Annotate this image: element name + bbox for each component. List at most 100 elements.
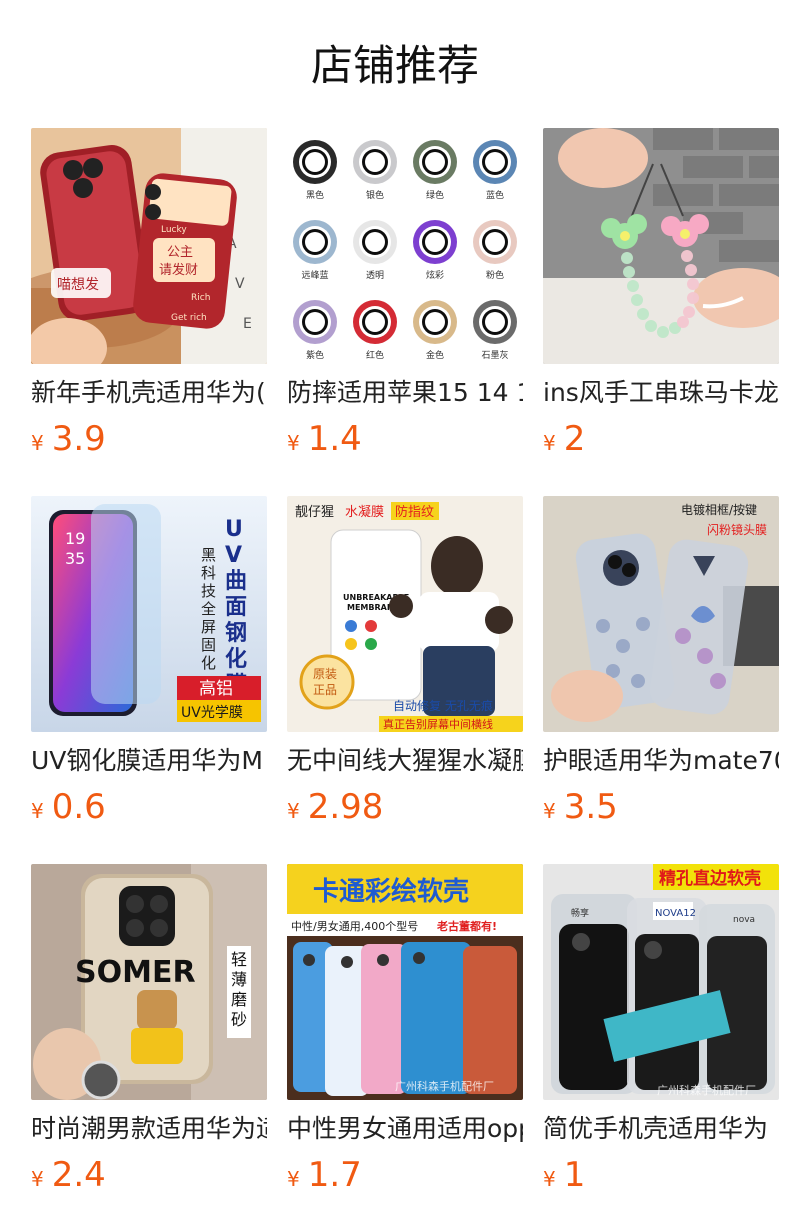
svg-text:E: E bbox=[243, 316, 252, 332]
product-price: ¥2.4 bbox=[31, 1152, 106, 1198]
product-price: ¥1 bbox=[543, 1152, 585, 1198]
screen-time-minute: 35 bbox=[65, 549, 85, 568]
product-title[interactable]: 简优手机壳适用华为 bbox=[543, 1112, 779, 1146]
ring-color-label: 红色 bbox=[366, 349, 384, 361]
product-price: ¥3.5 bbox=[543, 784, 618, 830]
product-card[interactable]: 黑色 银色 绿色 蓝色 远峰蓝 透明 炫彩 粉色 紫色 红色 金色 石墨灰 防摔适用苹果15 14 1… bbox=[287, 128, 523, 496]
label-2: nova bbox=[733, 915, 755, 925]
product-price: ¥1.7 bbox=[287, 1152, 362, 1198]
product-title[interactable]: 时尚潮男款适用华为适用 bbox=[31, 1112, 267, 1146]
vtext-5: 化 bbox=[225, 646, 247, 672]
case-text-4: Lucky bbox=[161, 225, 187, 235]
lens-ring-glass bbox=[425, 312, 445, 332]
tag-text-1: 水凝膜 bbox=[345, 504, 384, 520]
vtext-1: V bbox=[225, 543, 242, 568]
product-image[interactable]: 精孔直边软壳 NOVA12 畅享 nova 广州科森手机配件厂 bbox=[543, 864, 779, 1100]
case-text: SOMER bbox=[75, 955, 196, 990]
currency-symbol: ¥ bbox=[31, 431, 44, 455]
product-image[interactable]: 卡通彩绘软壳 中性/男女通用,400个型号 老古董都有! 广州科森手机配件厂 bbox=[287, 864, 523, 1100]
tag-3: 砂 bbox=[231, 1010, 247, 1029]
case-text-2: 公主 bbox=[167, 245, 193, 260]
lens-ring-glass bbox=[485, 152, 505, 172]
product-title[interactable]: 中性男女通用适用oppo bbox=[287, 1112, 523, 1146]
sub-highlight: 老古董都有! bbox=[436, 919, 497, 933]
label-1: 畅享 bbox=[571, 907, 589, 919]
seal-top: 原装 bbox=[313, 667, 337, 681]
currency-symbol: ¥ bbox=[543, 1167, 556, 1191]
brand-text: 靓仔猩 bbox=[295, 505, 334, 520]
price-value: 2.98 bbox=[307, 787, 384, 827]
ring-color-label: 蓝色 bbox=[486, 189, 504, 201]
product-card[interactable]: A V E 喵想发 公主 请发财 Lucky Rich Get rich bbox=[31, 128, 267, 496]
lens-ring-glass bbox=[365, 232, 385, 252]
seal-bottom: 正品 bbox=[313, 683, 337, 697]
price-value: 2 bbox=[563, 419, 586, 459]
currency-symbol: ¥ bbox=[287, 799, 300, 823]
product-price: ¥1.4 bbox=[287, 416, 362, 462]
side-6: 化 bbox=[201, 654, 216, 672]
ring-color-label: 炫彩 bbox=[426, 269, 444, 281]
watermark: 广州科森手机配件厂 bbox=[395, 1079, 494, 1093]
product-card[interactable]: 电镀相框/按键 闪粉镜头膜 护眼适用华为mate70 ¥3.5 bbox=[543, 496, 779, 864]
lens-ring-glass bbox=[485, 232, 505, 252]
ring-color-label: 紫色 bbox=[306, 349, 324, 361]
product-title[interactable]: UV钢化膜适用华为M bbox=[31, 744, 267, 778]
lens-ring-glass bbox=[425, 152, 445, 172]
product-title[interactable]: 新年手机壳适用华为( bbox=[31, 376, 267, 410]
price-value: 2.4 bbox=[51, 1155, 106, 1195]
case-text-5: Rich bbox=[191, 293, 210, 303]
currency-symbol: ¥ bbox=[543, 799, 556, 823]
badge-top: 高铝 bbox=[199, 679, 233, 699]
ring-color-label: 透明 bbox=[366, 270, 384, 281]
product-card[interactable]: 19 35 U V 曲 面 钢 化 膜 黑 科 技 全 屏 固 bbox=[31, 496, 267, 864]
price-value: 1.4 bbox=[307, 419, 362, 459]
product-card[interactable]: 精孔直边软壳 NOVA12 畅享 nova 广州科森手机配件厂 简优手机壳适用华… bbox=[543, 864, 779, 1232]
label-1: 电镀相框/按键 bbox=[681, 503, 757, 517]
side-5: 固 bbox=[201, 636, 216, 654]
side-3: 全 bbox=[201, 600, 216, 618]
vtext-4: 钢 bbox=[225, 620, 247, 646]
lens-ring-glass bbox=[305, 232, 325, 252]
product-title[interactable]: 护眼适用华为mate70 bbox=[543, 744, 779, 778]
product-card[interactable]: SOMER 轻 薄 磨 砂 时尚潮男款适用华为适用 ¥2.4 bbox=[31, 864, 267, 1232]
price-value: 3.5 bbox=[563, 787, 618, 827]
svg-text:V: V bbox=[235, 276, 245, 292]
product-price: ¥2 bbox=[543, 416, 585, 462]
product-title[interactable]: 无中间线大猩猩水凝膜 bbox=[287, 744, 523, 778]
product-image[interactable]: SOMER 轻 薄 磨 砂 bbox=[31, 864, 267, 1100]
product-price: ¥3.9 bbox=[31, 416, 106, 462]
product-card[interactable]: 靓仔猩 水凝膜 防指纹 UNBREAKABLE MEMBRANE 原装 正品 自… bbox=[287, 496, 523, 864]
badge-bottom: UV光学膜 bbox=[181, 705, 243, 721]
sub-normal: 中性/男女通用,400个型号 bbox=[291, 919, 418, 933]
product-card[interactable]: 卡通彩绘软壳 中性/男女通用,400个型号 老古董都有! 广州科森手机配件厂 中… bbox=[287, 864, 523, 1232]
currency-symbol: ¥ bbox=[287, 431, 300, 455]
product-image[interactable]: 黑色 银色 绿色 蓝色 远峰蓝 透明 炫彩 粉色 紫色 红色 金色 石墨灰 bbox=[287, 128, 523, 364]
product-image[interactable] bbox=[543, 128, 779, 364]
currency-symbol: ¥ bbox=[31, 1167, 44, 1191]
tag-0: 轻 bbox=[231, 950, 247, 969]
lens-ring-glass bbox=[305, 312, 325, 332]
lens-ring-glass bbox=[365, 152, 385, 172]
tag-2: 磨 bbox=[231, 990, 247, 1009]
product-image[interactable]: 电镀相框/按键 闪粉镜头膜 bbox=[543, 496, 779, 732]
side-1: 科 bbox=[201, 564, 216, 582]
ring-color-label: 绿色 bbox=[426, 189, 444, 201]
product-title[interactable]: 防摔适用苹果15 14 1 bbox=[287, 376, 523, 410]
side-2: 技 bbox=[201, 582, 216, 600]
product-price: ¥0.6 bbox=[31, 784, 106, 830]
product-image[interactable]: A V E 喵想发 公主 请发财 Lucky Rich Get rich bbox=[31, 128, 267, 364]
price-value: 3.9 bbox=[51, 419, 106, 459]
bottom-line: 真正告别屏幕中间横线 bbox=[383, 717, 493, 731]
watermark: 广州科森手机配件厂 bbox=[657, 1083, 756, 1097]
product-image[interactable]: 靓仔猩 水凝膜 防指纹 UNBREAKABLE MEMBRANE 原装 正品 自… bbox=[287, 496, 523, 732]
currency-symbol: ¥ bbox=[543, 431, 556, 455]
lens-ring-glass bbox=[365, 312, 385, 332]
case-text-1: 喵想发 bbox=[57, 277, 99, 293]
product-card[interactable]: ins风手工串珠马卡龙 ¥2 bbox=[543, 128, 779, 496]
ring-color-label: 粉色 bbox=[486, 269, 504, 281]
currency-symbol: ¥ bbox=[287, 1167, 300, 1191]
product-image[interactable]: 19 35 U V 曲 面 钢 化 膜 黑 科 技 全 屏 固 bbox=[31, 496, 267, 732]
ring-color-label: 黑色 bbox=[306, 189, 324, 201]
price-value: 0.6 bbox=[51, 787, 106, 827]
product-title[interactable]: ins风手工串珠马卡龙 bbox=[543, 376, 779, 410]
